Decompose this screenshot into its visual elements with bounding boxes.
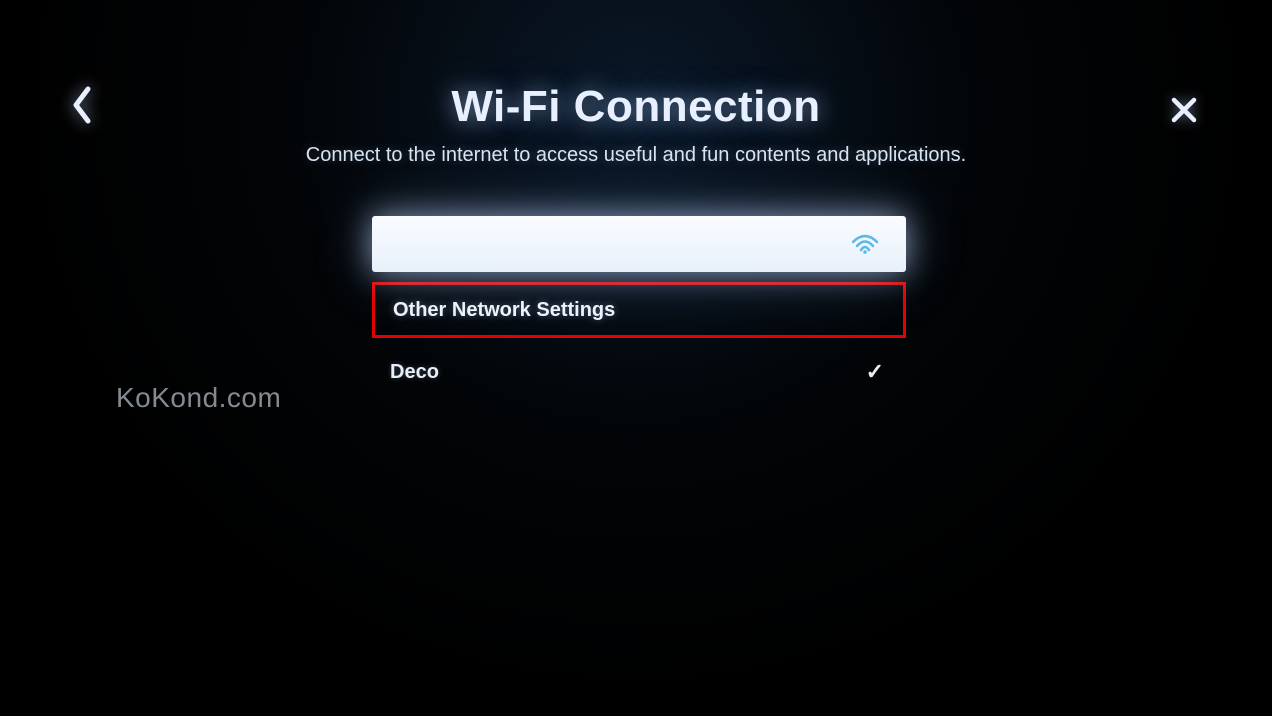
- network-list: Other Network Settings Deco ✓: [372, 216, 906, 400]
- network-item-selected[interactable]: [372, 216, 906, 272]
- watermark-text: KoKond.com: [116, 382, 281, 414]
- wifi-icon: [852, 234, 878, 254]
- network-item-deco[interactable]: Deco ✓: [372, 344, 906, 400]
- back-button[interactable]: [62, 85, 102, 125]
- chevron-left-icon: [70, 85, 94, 125]
- other-network-settings-label: Other Network Settings: [393, 299, 615, 322]
- check-icon: ✓: [866, 359, 884, 385]
- page-title: Wi-Fi Connection: [451, 82, 820, 132]
- close-icon: [1170, 96, 1198, 124]
- network-item-label: Deco: [390, 361, 439, 384]
- close-button[interactable]: [1166, 92, 1202, 128]
- other-network-settings-button[interactable]: Other Network Settings: [372, 282, 906, 338]
- page-subtitle: Connect to the internet to access useful…: [306, 144, 966, 167]
